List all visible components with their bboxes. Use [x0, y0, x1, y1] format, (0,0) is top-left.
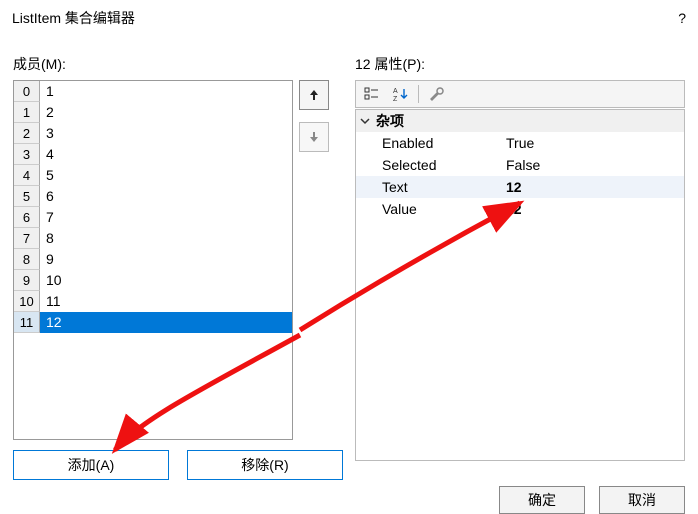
property-name: Value — [356, 198, 506, 220]
list-item-value: 5 — [40, 165, 292, 186]
list-item[interactable]: 1112 — [14, 312, 292, 333]
list-item-value: 11 — [40, 291, 292, 312]
list-item-index: 11 — [14, 312, 40, 333]
arrow-up-icon — [308, 89, 320, 101]
list-item[interactable]: 56 — [14, 186, 292, 207]
list-item-index: 6 — [14, 207, 40, 228]
list-item[interactable]: 67 — [14, 207, 292, 228]
list-item-index: 0 — [14, 81, 40, 102]
property-row[interactable]: EnabledTrue — [356, 132, 684, 154]
list-item-value: 2 — [40, 102, 292, 123]
list-item[interactable]: 34 — [14, 144, 292, 165]
members-area: 01122334455667788991010111112 — [13, 80, 343, 440]
property-name: Enabled — [356, 132, 506, 154]
ok-button[interactable]: 确定 — [499, 486, 585, 514]
alpha-sort-icon[interactable]: AZ — [390, 84, 410, 104]
move-up-button[interactable] — [299, 80, 329, 110]
list-item-index: 1 — [14, 102, 40, 123]
list-item-index: 10 — [14, 291, 40, 312]
list-item-value: 8 — [40, 228, 292, 249]
list-item-index: 9 — [14, 270, 40, 291]
list-item-value: 3 — [40, 123, 292, 144]
list-item[interactable]: 89 — [14, 249, 292, 270]
chevron-down-icon — [360, 116, 370, 126]
properties-panel: 12 属性(P): AZ 杂项 EnabledTrueSelectedFalse… — [355, 54, 685, 480]
list-item-value: 12 — [40, 312, 292, 333]
list-item-value: 4 — [40, 144, 292, 165]
categorized-icon[interactable] — [362, 84, 382, 104]
list-item-index: 4 — [14, 165, 40, 186]
list-item[interactable]: 78 — [14, 228, 292, 249]
list-item-value: 9 — [40, 249, 292, 270]
toolbar-separator — [418, 85, 419, 103]
help-button[interactable]: ? — [678, 10, 686, 26]
move-down-button[interactable] — [299, 122, 329, 152]
remove-button[interactable]: 移除(R) — [187, 450, 343, 480]
list-item-value: 6 — [40, 186, 292, 207]
property-row[interactable]: Text12 — [356, 176, 684, 198]
dialog-content: 成员(M): 01122334455667788991010111112 添加(… — [0, 36, 698, 480]
category-label: 杂项 — [376, 111, 404, 131]
svg-text:Z: Z — [393, 96, 398, 102]
list-item[interactable]: 23 — [14, 123, 292, 144]
members-label: 成员(M): — [13, 54, 343, 74]
list-item-index: 2 — [14, 123, 40, 144]
members-panel: 成员(M): 01122334455667788991010111112 添加(… — [13, 54, 343, 480]
property-value[interactable]: False — [506, 154, 684, 176]
arrow-down-icon — [308, 131, 320, 143]
properties-toolbar: AZ — [355, 80, 685, 108]
list-item-index: 3 — [14, 144, 40, 165]
svg-text:A: A — [393, 88, 398, 95]
dialog-buttons: 确定 取消 — [499, 486, 685, 514]
list-item[interactable]: 910 — [14, 270, 292, 291]
list-item-index: 5 — [14, 186, 40, 207]
category-row[interactable]: 杂项 — [356, 110, 684, 132]
property-value[interactable]: 12 — [506, 176, 684, 198]
window-title: ListItem 集合编辑器 — [12, 8, 135, 28]
list-item[interactable]: 1011 — [14, 291, 292, 312]
add-button[interactable]: 添加(A) — [13, 450, 169, 480]
list-item-value: 1 — [40, 81, 292, 102]
properties-icon[interactable] — [427, 84, 447, 104]
list-item[interactable]: 45 — [14, 165, 292, 186]
list-item[interactable]: 01 — [14, 81, 292, 102]
list-item-value: 10 — [40, 270, 292, 291]
property-row[interactable]: Value12 — [356, 198, 684, 220]
list-item-value: 7 — [40, 207, 292, 228]
property-row[interactable]: SelectedFalse — [356, 154, 684, 176]
property-name: Text — [356, 176, 506, 198]
property-value[interactable]: 12 — [506, 198, 684, 220]
property-value[interactable]: True — [506, 132, 684, 154]
property-name: Selected — [356, 154, 506, 176]
list-item-index: 8 — [14, 249, 40, 270]
member-buttons: 添加(A) 移除(R) — [13, 450, 343, 480]
reorder-arrows — [299, 80, 329, 440]
cancel-button[interactable]: 取消 — [599, 486, 685, 514]
property-grid[interactable]: 杂项 EnabledTrueSelectedFalseText12Value12 — [355, 109, 685, 461]
members-list[interactable]: 01122334455667788991010111112 — [13, 80, 293, 440]
list-item-index: 7 — [14, 228, 40, 249]
titlebar: ListItem 集合编辑器 ? — [0, 0, 698, 36]
list-item[interactable]: 12 — [14, 102, 292, 123]
properties-label: 12 属性(P): — [355, 54, 685, 74]
